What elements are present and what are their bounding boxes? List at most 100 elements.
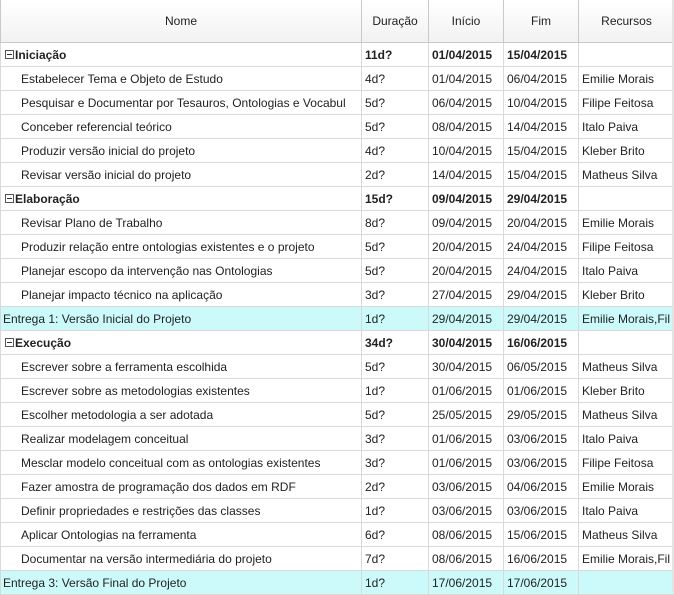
- duration-cell[interactable]: 2d?: [362, 475, 429, 499]
- duration-cell[interactable]: 2d?: [362, 163, 429, 187]
- start-date-cell[interactable]: 09/04/2015: [429, 187, 504, 211]
- duration-cell[interactable]: 11d?: [362, 43, 429, 67]
- column-header-duracao[interactable]: Duração: [362, 0, 429, 43]
- task-row[interactable]: Planejar escopo da intervenção nas Ontol…: [1, 259, 674, 283]
- resources-cell[interactable]: [579, 187, 674, 211]
- start-date-cell[interactable]: 08/04/2015: [429, 115, 504, 139]
- task-row[interactable]: Produzir relação entre ontologias existe…: [1, 235, 674, 259]
- end-date-cell[interactable]: 03/06/2015: [504, 451, 579, 475]
- end-date-cell[interactable]: 29/04/2015: [504, 283, 579, 307]
- resources-cell[interactable]: Kleber Brito: [579, 283, 674, 307]
- duration-cell[interactable]: 1d?: [362, 379, 429, 403]
- start-date-cell[interactable]: 08/06/2015: [429, 547, 504, 571]
- end-date-cell[interactable]: 03/06/2015: [504, 427, 579, 451]
- resources-cell[interactable]: Filipe Feitosa: [579, 235, 674, 259]
- resources-cell[interactable]: [579, 43, 674, 67]
- resources-cell[interactable]: Emilie Morais: [579, 67, 674, 91]
- start-date-cell[interactable]: 30/04/2015: [429, 355, 504, 379]
- collapse-toggle-icon[interactable]: [5, 338, 14, 347]
- task-name-cell[interactable]: Definir propriedades e restrições das cl…: [1, 499, 362, 523]
- resources-cell[interactable]: Italo Paiva: [579, 259, 674, 283]
- start-date-cell[interactable]: 01/06/2015: [429, 379, 504, 403]
- start-date-cell[interactable]: 09/04/2015: [429, 211, 504, 235]
- task-name-cell[interactable]: Documentar na versão intermediária do pr…: [1, 547, 362, 571]
- task-row[interactable]: Revisar Plano de Trabalho8d?09/04/201520…: [1, 211, 674, 235]
- resources-cell[interactable]: [579, 571, 674, 595]
- duration-cell[interactable]: 6d?: [362, 523, 429, 547]
- end-date-cell[interactable]: 24/04/2015: [504, 259, 579, 283]
- task-row[interactable]: Produzir versão inicial do projeto4d?10/…: [1, 139, 674, 163]
- resources-cell[interactable]: [579, 331, 674, 355]
- duration-cell[interactable]: 5d?: [362, 259, 429, 283]
- task-group-row[interactable]: Elaboração15d?09/04/201529/04/2015: [1, 187, 674, 211]
- start-date-cell[interactable]: 06/04/2015: [429, 91, 504, 115]
- task-name-cell[interactable]: Escrever sobre as metodologias existente…: [1, 379, 362, 403]
- task-name-cell[interactable]: Escolher metodologia a ser adotada: [1, 403, 362, 427]
- task-name-cell[interactable]: Conceber referencial teórico: [1, 115, 362, 139]
- resources-cell[interactable]: Matheus Silva: [579, 523, 674, 547]
- task-name-cell[interactable]: Pesquisar e Documentar por Tesauros, Ont…: [1, 91, 362, 115]
- end-date-cell[interactable]: 16/06/2015: [504, 547, 579, 571]
- duration-cell[interactable]: 7d?: [362, 547, 429, 571]
- end-date-cell[interactable]: 15/06/2015: [504, 523, 579, 547]
- duration-cell[interactable]: 5d?: [362, 235, 429, 259]
- task-name-cell[interactable]: Mesclar modelo conceitual com as ontolog…: [1, 451, 362, 475]
- duration-cell[interactable]: 4d?: [362, 139, 429, 163]
- task-name-cell[interactable]: Planejar impacto técnico na aplicação: [1, 283, 362, 307]
- duration-cell[interactable]: 34d?: [362, 331, 429, 355]
- end-date-cell[interactable]: 29/05/2015: [504, 403, 579, 427]
- duration-cell[interactable]: 1d?: [362, 307, 429, 331]
- start-date-cell[interactable]: 29/04/2015: [429, 307, 504, 331]
- resources-cell[interactable]: Filipe Feitosa: [579, 451, 674, 475]
- task-row[interactable]: Documentar na versão intermediária do pr…: [1, 547, 674, 571]
- task-name-cell[interactable]: Estabelecer Tema e Objeto de Estudo: [1, 67, 362, 91]
- task-row[interactable]: Estabelecer Tema e Objeto de Estudo4d?01…: [1, 67, 674, 91]
- end-date-cell[interactable]: 14/04/2015: [504, 115, 579, 139]
- start-date-cell[interactable]: 08/06/2015: [429, 523, 504, 547]
- start-date-cell[interactable]: 17/06/2015: [429, 571, 504, 595]
- task-name-cell[interactable]: Entrega 1: Versão Inicial do Projeto: [1, 307, 362, 331]
- duration-cell[interactable]: 5d?: [362, 115, 429, 139]
- resources-cell[interactable]: Emilie Morais: [579, 475, 674, 499]
- end-date-cell[interactable]: 15/04/2015: [504, 163, 579, 187]
- duration-cell[interactable]: 15d?: [362, 187, 429, 211]
- task-row[interactable]: Conceber referencial teórico5d?08/04/201…: [1, 115, 674, 139]
- end-date-cell[interactable]: 15/04/2015: [504, 139, 579, 163]
- resources-cell[interactable]: Italo Paiva: [579, 499, 674, 523]
- column-header-fim[interactable]: Fim: [504, 0, 579, 43]
- task-name-cell[interactable]: Produzir versão inicial do projeto: [1, 139, 362, 163]
- resources-cell[interactable]: Filipe Feitosa: [579, 91, 674, 115]
- duration-cell[interactable]: 5d?: [362, 403, 429, 427]
- task-name-cell[interactable]: Elaboração: [1, 187, 362, 211]
- task-row[interactable]: Pesquisar e Documentar por Tesauros, Ont…: [1, 91, 674, 115]
- start-date-cell[interactable]: 27/04/2015: [429, 283, 504, 307]
- duration-cell[interactable]: 3d?: [362, 451, 429, 475]
- milestone-row[interactable]: Entrega 1: Versão Inicial do Projeto1d?2…: [1, 307, 674, 331]
- start-date-cell[interactable]: 20/04/2015: [429, 235, 504, 259]
- resources-cell[interactable]: Matheus Silva: [579, 403, 674, 427]
- resources-cell[interactable]: Kleber Brito: [579, 139, 674, 163]
- end-date-cell[interactable]: 06/05/2015: [504, 355, 579, 379]
- task-row[interactable]: Fazer amostra de programação dos dados e…: [1, 475, 674, 499]
- task-row[interactable]: Aplicar Ontologias na ferramenta6d?08/06…: [1, 523, 674, 547]
- start-date-cell[interactable]: 10/04/2015: [429, 139, 504, 163]
- start-date-cell[interactable]: 20/04/2015: [429, 259, 504, 283]
- duration-cell[interactable]: 5d?: [362, 91, 429, 115]
- resources-cell[interactable]: Kleber Brito: [579, 379, 674, 403]
- start-date-cell[interactable]: 01/04/2015: [429, 67, 504, 91]
- end-date-cell[interactable]: 29/04/2015: [504, 307, 579, 331]
- start-date-cell[interactable]: 03/06/2015: [429, 499, 504, 523]
- task-row[interactable]: Definir propriedades e restrições das cl…: [1, 499, 674, 523]
- duration-cell[interactable]: 3d?: [362, 427, 429, 451]
- duration-cell[interactable]: 4d?: [362, 67, 429, 91]
- end-date-cell[interactable]: 16/06/2015: [504, 331, 579, 355]
- start-date-cell[interactable]: 30/04/2015: [429, 331, 504, 355]
- resources-cell[interactable]: Italo Paiva: [579, 427, 674, 451]
- milestone-row[interactable]: Entrega 3: Versão Final do Projeto1d?17/…: [1, 571, 674, 595]
- end-date-cell[interactable]: 03/06/2015: [504, 499, 579, 523]
- end-date-cell[interactable]: 20/04/2015: [504, 211, 579, 235]
- start-date-cell[interactable]: 25/05/2015: [429, 403, 504, 427]
- task-name-cell[interactable]: Produzir relação entre ontologias existe…: [1, 235, 362, 259]
- resources-cell[interactable]: Emilie Morais,Fil: [579, 307, 674, 331]
- task-name-cell[interactable]: Aplicar Ontologias na ferramenta: [1, 523, 362, 547]
